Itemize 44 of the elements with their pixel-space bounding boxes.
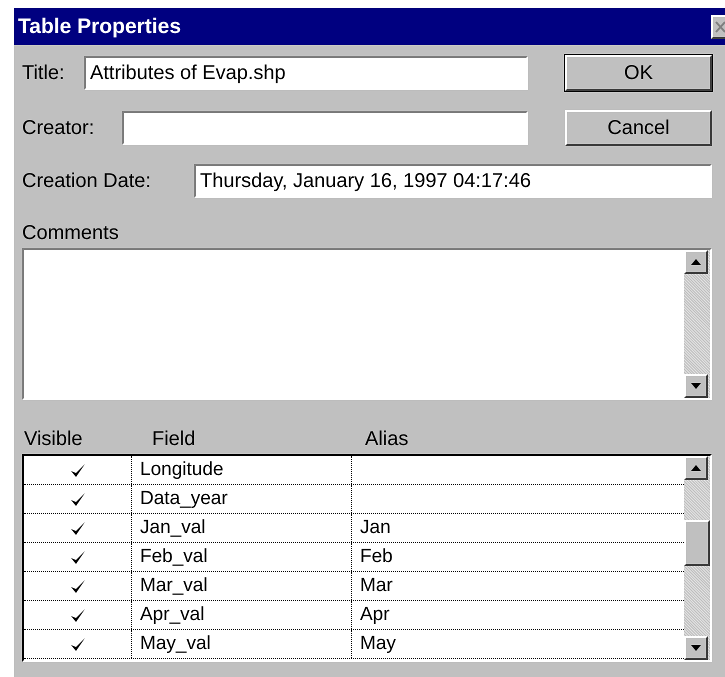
alias-cell-text: Feb bbox=[360, 544, 393, 569]
field-cell-text: Data_year bbox=[140, 486, 228, 511]
scroll-down-button[interactable] bbox=[684, 374, 708, 398]
title-field[interactable]: Attributes of Evap.shp bbox=[84, 56, 528, 90]
check-icon bbox=[70, 550, 86, 564]
close-icon bbox=[715, 20, 725, 32]
scroll-up-button[interactable] bbox=[684, 250, 708, 274]
check-icon bbox=[70, 636, 86, 652]
cancel-button[interactable]: Cancel bbox=[565, 110, 712, 146]
field-cell-text: Jan_val bbox=[140, 516, 206, 540]
up-triangle-icon bbox=[691, 259, 701, 265]
down-triangle-icon bbox=[691, 383, 701, 389]
column-header: Alias bbox=[365, 427, 408, 452]
check-icon bbox=[70, 462, 86, 478]
check-icon bbox=[70, 492, 86, 506]
alias-cell-text: Apr bbox=[360, 602, 390, 627]
down-triangle-icon bbox=[691, 645, 701, 651]
creator-label: Creator: bbox=[22, 116, 96, 141]
field-cell-text: Mar_val bbox=[140, 574, 208, 598]
creation-date-label: Creation Date: bbox=[22, 169, 152, 194]
creator-field[interactable] bbox=[122, 111, 528, 145]
ok-button[interactable]: OK bbox=[565, 55, 712, 91]
scroll-up-button[interactable] bbox=[684, 456, 708, 480]
comments-field[interactable] bbox=[22, 248, 712, 400]
check-icon bbox=[70, 608, 86, 622]
column-header: Visible bbox=[23, 427, 84, 452]
scroll-down-button[interactable] bbox=[684, 636, 708, 660]
creation-date-field[interactable]: Thursday, January 16, 1997 04:17:46 bbox=[194, 164, 712, 198]
title-label: Title: bbox=[22, 61, 66, 86]
alias-cell-text: May bbox=[360, 632, 396, 656]
comments-label: Comments bbox=[22, 221, 120, 246]
field-cell-text: Apr_val bbox=[140, 602, 204, 627]
close-button[interactable] bbox=[711, 14, 725, 38]
check-icon bbox=[70, 578, 86, 594]
check-icon bbox=[70, 520, 86, 536]
alias-cell-text: Mar bbox=[360, 574, 393, 598]
field-cell-text: Feb_val bbox=[140, 544, 208, 569]
field-cell-text: May_val bbox=[140, 632, 211, 656]
window-title: Table Properties bbox=[18, 14, 181, 40]
up-triangle-icon bbox=[691, 465, 701, 471]
field-cell-text: Longitude bbox=[140, 458, 224, 482]
alias-cell-text: Jan bbox=[360, 516, 391, 540]
scroll-thumb[interactable] bbox=[684, 520, 710, 566]
column-header: Field bbox=[151, 427, 196, 452]
